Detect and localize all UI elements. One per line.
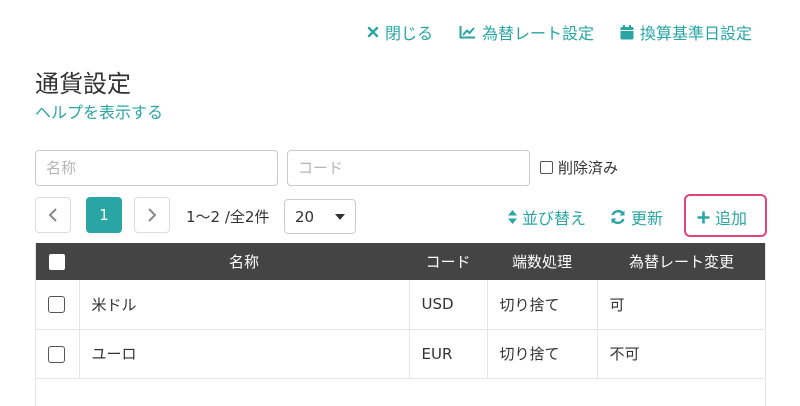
- cell-name: ユーロ: [78, 329, 409, 379]
- plus-icon: [697, 211, 710, 223]
- refresh-label: 更新: [631, 209, 664, 228]
- row-checkbox[interactable]: [48, 345, 66, 363]
- table-empty-space: [35, 378, 766, 406]
- table-row[interactable]: 米ドル USD 切り捨て 可: [35, 280, 766, 330]
- add-button[interactable]: 追加: [697, 205, 747, 229]
- currency-table: 名称 コード 端数処理 為替レート変更 米ドル USD 切り捨て 可 ユーロ E…: [35, 243, 766, 406]
- table-row[interactable]: ユーロ EUR 切り捨て 不可: [35, 329, 766, 379]
- rate-settings-button[interactable]: 為替レート設定: [459, 20, 594, 44]
- select-all-checkbox[interactable]: [49, 254, 65, 270]
- deleted-filter-checkbox[interactable]: 削除済み: [540, 157, 618, 178]
- refresh-button[interactable]: 更新: [610, 205, 663, 229]
- header-name[interactable]: 名称: [79, 243, 409, 280]
- cell-rate-change: 可: [596, 280, 766, 330]
- chevron-right-icon: [148, 208, 157, 222]
- sort-button[interactable]: 並び替え: [508, 205, 586, 229]
- cell-rounding: 切り捨て: [486, 329, 597, 379]
- header-code[interactable]: コード: [409, 243, 487, 280]
- next-page-button[interactable]: [134, 197, 170, 233]
- header-rate-change[interactable]: 為替レート変更: [597, 243, 766, 280]
- base-date-settings-label: 換算基準日設定: [639, 24, 752, 43]
- page-title: 通貨設定: [35, 70, 131, 98]
- calendar-icon: [620, 24, 634, 39]
- cell-code: EUR: [408, 329, 487, 379]
- add-label: 追加: [715, 209, 748, 228]
- base-date-settings-button[interactable]: 換算基準日設定: [620, 20, 752, 44]
- table-header-row: 名称 コード 端数処理 為替レート変更: [35, 243, 766, 280]
- cell-code: USD: [408, 280, 487, 330]
- close-label: 閉じる: [384, 24, 433, 43]
- cell-name: 米ドル: [78, 280, 409, 330]
- line-chart-icon: [459, 26, 475, 39]
- top-actions: 閉じる 為替レート設定 換算基準日設定: [367, 20, 752, 44]
- chevron-left-icon: [48, 208, 57, 222]
- rate-settings-label: 為替レート設定: [481, 24, 594, 43]
- row-checkbox[interactable]: [48, 296, 66, 314]
- help-link[interactable]: ヘルプを表示する: [35, 99, 163, 123]
- pagination-info: 1〜2 /全2件: [186, 208, 270, 226]
- cell-rate-change: 不可: [596, 329, 766, 379]
- close-icon: [367, 26, 379, 38]
- header-rounding[interactable]: 端数処理: [487, 243, 597, 280]
- deleted-filter-label: 削除済み: [558, 159, 619, 177]
- caret-down-icon: [335, 213, 345, 220]
- checkbox-box[interactable]: [540, 161, 553, 174]
- header-select-all[interactable]: [35, 243, 79, 280]
- page-size-select[interactable]: 20: [284, 199, 356, 234]
- sort-label: 並び替え: [522, 209, 587, 228]
- name-filter-input[interactable]: [35, 150, 278, 186]
- row-select-cell[interactable]: [35, 329, 79, 379]
- prev-page-button[interactable]: [35, 197, 71, 233]
- code-filter-input[interactable]: [287, 150, 530, 186]
- sort-icon: [508, 210, 517, 224]
- cell-rounding: 切り捨て: [486, 280, 597, 330]
- refresh-icon: [611, 209, 625, 225]
- close-button[interactable]: 閉じる: [367, 20, 433, 44]
- row-select-cell[interactable]: [35, 280, 79, 330]
- list-actions: 並び替え 更新: [508, 205, 663, 229]
- current-page-button[interactable]: 1: [86, 197, 122, 233]
- empty-cell: [35, 378, 766, 406]
- page-size-value: 20: [295, 207, 315, 226]
